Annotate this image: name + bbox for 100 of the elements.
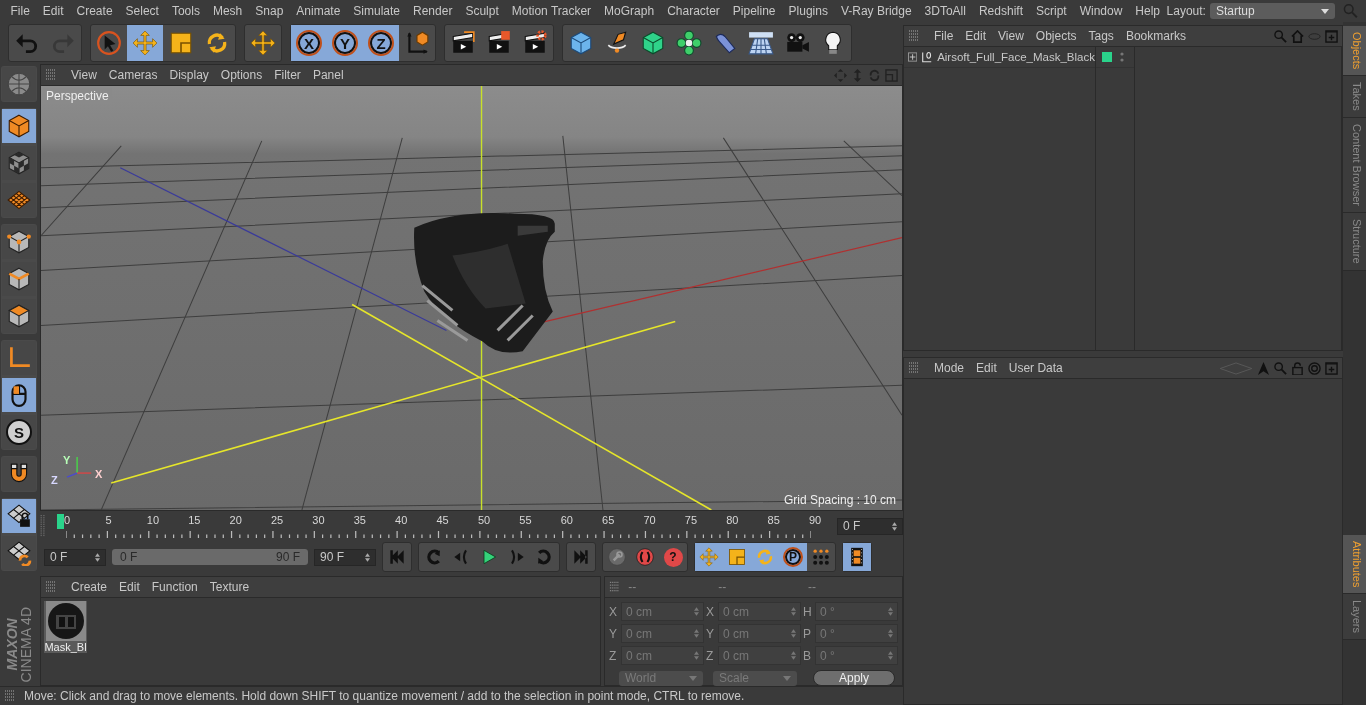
target-icon[interactable] <box>1308 361 1321 375</box>
film-strip-button[interactable] <box>843 543 871 571</box>
menu-item[interactable]: Create <box>65 580 114 594</box>
cube-button[interactable] <box>2 109 36 143</box>
home-icon[interactable] <box>1291 29 1304 43</box>
menu-item[interactable]: Mode <box>928 361 971 375</box>
menu-item[interactable]: 3DToAll <box>918 4 973 18</box>
menu-item[interactable]: Sculpt <box>458 4 506 18</box>
axis-label: P <box>803 626 812 641</box>
axis-lock-button[interactable]: X <box>291 25 327 61</box>
spinner-arrows-icon[interactable] <box>95 552 100 562</box>
diamond-icon[interactable] <box>1219 361 1253 375</box>
new-panel-icon[interactable] <box>1325 29 1338 43</box>
grid-spacing-label: Grid Spacing : 10 cm <box>783 493 896 507</box>
menu-item[interactable]: Window <box>1073 4 1129 18</box>
grip-icon[interactable] <box>4 690 16 702</box>
menu-item[interactable]: Function <box>145 580 204 594</box>
menu-item[interactable]: Help <box>1128 4 1167 18</box>
menu-item[interactable]: Tags <box>1082 29 1120 43</box>
expand-icon[interactable] <box>908 52 918 62</box>
menu-item[interactable]: Animate <box>289 4 347 18</box>
search-icon[interactable] <box>1274 29 1287 43</box>
mouse-button[interactable] <box>2 378 36 412</box>
axis-lock-button[interactable]: Y <box>327 25 363 61</box>
orbit-icon[interactable] <box>868 68 881 82</box>
unlock-icon[interactable] <box>1291 361 1304 375</box>
move-arrows-icon <box>132 30 158 56</box>
search-icon[interactable] <box>1342 3 1358 19</box>
menu-item[interactable]: User Data <box>1002 361 1069 375</box>
menu-item[interactable]: Create <box>70 4 120 18</box>
menu-item[interactable]: Display <box>163 68 215 82</box>
menu-item[interactable]: V-Ray Bridge <box>834 4 919 18</box>
grip-icon[interactable] <box>908 362 920 374</box>
menu-item[interactable]: Snap <box>248 4 290 18</box>
side-tab[interactable]: Objects <box>1343 26 1366 77</box>
grip-icon[interactable] <box>45 69 57 81</box>
start-frame-field[interactable]: 0 F <box>44 548 106 566</box>
current-frame-field[interactable]: 0 F <box>837 517 903 535</box>
menu-item[interactable]: Mesh <box>206 4 249 18</box>
zoom-arrows-icon[interactable] <box>851 68 864 82</box>
layout-dropdown[interactable]: Startup <box>1209 3 1335 19</box>
axis-label: X <box>95 468 103 480</box>
grip-icon[interactable] <box>40 515 46 537</box>
menu-item[interactable]: Select <box>119 4 166 18</box>
search-icon[interactable] <box>1274 361 1287 375</box>
timeline-ticks[interactable] <box>66 531 811 538</box>
menu-item[interactable]: MoGraph <box>597 4 661 18</box>
grip-icon[interactable] <box>609 581 621 593</box>
axis-label: Y <box>609 626 618 641</box>
menu-item[interactable]: Tools <box>165 4 207 18</box>
menu-item[interactable]: Texture <box>203 580 256 594</box>
menu-item[interactable]: Panel <box>306 68 350 82</box>
material-swatch[interactable] <box>45 601 86 641</box>
axis-label: Z <box>609 648 618 663</box>
move-arrows-icon <box>699 547 719 567</box>
move-arrows-button[interactable] <box>127 25 163 61</box>
visibility-dots-icon[interactable] <box>1120 51 1124 63</box>
menu-item[interactable]: Script <box>1029 4 1074 18</box>
menu-item[interactable]: Edit <box>113 580 146 594</box>
menu-item[interactable]: View <box>65 68 103 82</box>
spinner-arrows-icon[interactable] <box>365 552 370 562</box>
new-panel-icon[interactable] <box>1325 361 1338 375</box>
menu-item[interactable]: Objects <box>1029 29 1083 43</box>
up-arrow-icon[interactable] <box>1257 361 1270 375</box>
grid-lock-button[interactable] <box>2 499 36 533</box>
menu-item[interactable]: Cameras <box>102 68 164 82</box>
menu-item[interactable]: Motion Tracker <box>505 4 598 18</box>
axis-label: X <box>609 604 618 619</box>
apply-button[interactable]: Apply <box>813 670 895 686</box>
layout-icon[interactable] <box>885 68 898 82</box>
parameter-button[interactable]: P <box>779 543 807 571</box>
menu-item[interactable]: Bookmarks <box>1119 29 1192 43</box>
menu-item[interactable]: File <box>4 4 37 18</box>
side-tab[interactable]: Attributes <box>1343 534 1366 595</box>
menu-item[interactable]: Pipeline <box>726 4 783 18</box>
menu-item[interactable]: Edit <box>970 361 1003 375</box>
end-frame-field[interactable]: 90 F <box>314 548 376 566</box>
grip-icon[interactable] <box>908 30 920 42</box>
menu-item[interactable]: Plugins <box>782 4 835 18</box>
rotate-icon <box>755 547 775 567</box>
scale-icon <box>168 30 194 56</box>
spinner-arrows-icon[interactable] <box>892 521 897 531</box>
menu-item[interactable]: Filter <box>268 68 307 82</box>
column-header: -- <box>628 580 638 594</box>
globe-icon <box>6 71 32 97</box>
pan-icon[interactable] <box>834 68 847 82</box>
menu-item[interactable]: Render <box>406 4 459 18</box>
grip-icon[interactable] <box>45 581 57 593</box>
menu-item[interactable]: Simulate <box>346 4 407 18</box>
axis-lock-button[interactable]: Z <box>363 25 399 61</box>
menu-item[interactable]: Redshift <box>972 4 1030 18</box>
menu-item[interactable]: Character <box>660 4 727 18</box>
menu-item[interactable]: File <box>928 29 960 43</box>
layer-color-swatch[interactable] <box>1102 52 1112 62</box>
menu-item[interactable]: Edit <box>959 29 993 43</box>
frame-number: 80 <box>726 514 739 526</box>
menu-item[interactable]: Edit <box>36 4 71 18</box>
object-name[interactable]: Airsoft_Full_Face_Mask_Black <box>937 51 1095 63</box>
menu-item[interactable]: View <box>992 29 1030 43</box>
menu-item[interactable]: Options <box>214 68 269 82</box>
